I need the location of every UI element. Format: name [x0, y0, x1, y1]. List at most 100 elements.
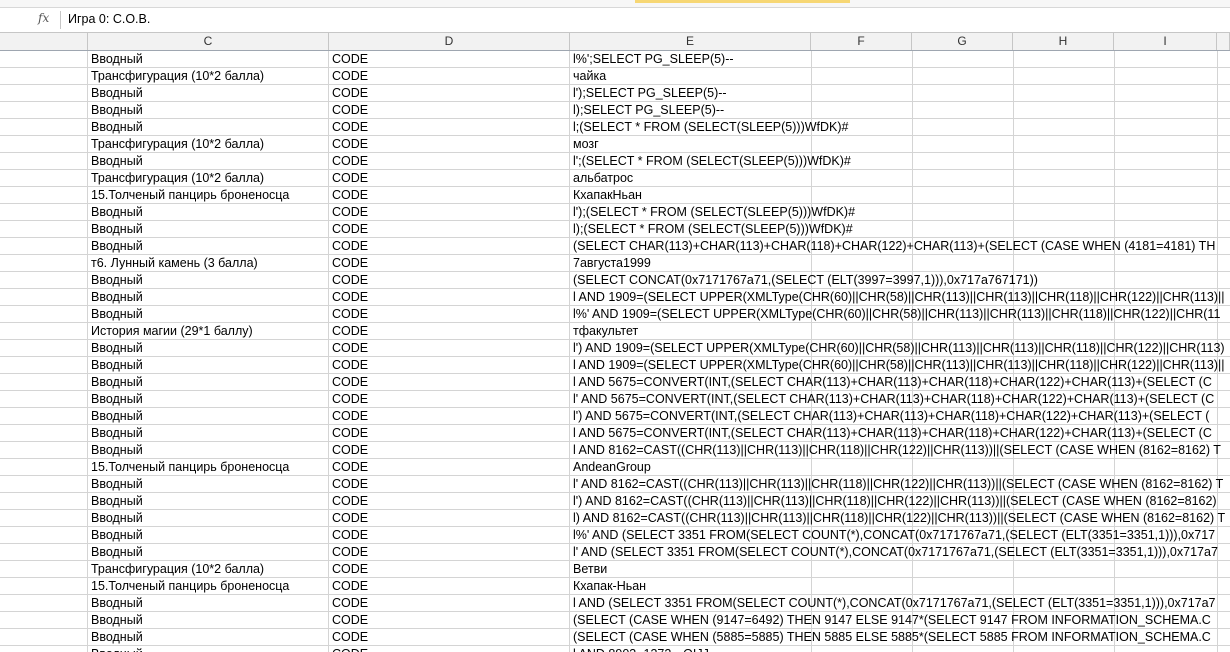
cell-c[interactable]: Вводный: [88, 544, 329, 561]
column-header-d[interactable]: D: [329, 33, 570, 50]
cell-c[interactable]: Вводный: [88, 306, 329, 323]
cell-d[interactable]: CODE: [329, 323, 570, 340]
row-cell-b[interactable]: [0, 102, 88, 119]
column-header-i[interactable]: I: [1114, 33, 1217, 50]
cell-c[interactable]: Трансфигурация (10*2 балла): [88, 561, 329, 578]
cell-c[interactable]: Вводный: [88, 289, 329, 306]
cell-e[interactable]: мозг: [570, 136, 1230, 153]
cell-e[interactable]: l';(SELECT * FROM (SELECT(SLEEP(5)))WfDK…: [570, 153, 1230, 170]
cell-e[interactable]: тфакультет: [570, 323, 1230, 340]
cell-d[interactable]: CODE: [329, 289, 570, 306]
cell-d[interactable]: CODE: [329, 595, 570, 612]
cell-e[interactable]: (SELECT CONCAT(0x7171767a71,(SELECT (ELT…: [570, 272, 1230, 289]
cell-e[interactable]: 7августа1999: [570, 255, 1230, 272]
row-cell-b[interactable]: [0, 323, 88, 340]
cell-d[interactable]: CODE: [329, 306, 570, 323]
row-cell-b[interactable]: [0, 595, 88, 612]
cell-c[interactable]: Вводный: [88, 119, 329, 136]
row-cell-b[interactable]: [0, 238, 88, 255]
cell-e[interactable]: l%' AND (SELECT 3351 FROM(SELECT COUNT(*…: [570, 527, 1230, 544]
column-header-c[interactable]: C: [88, 33, 329, 50]
cell-d[interactable]: CODE: [329, 187, 570, 204]
row-cell-b[interactable]: [0, 272, 88, 289]
cell-c[interactable]: Вводный: [88, 425, 329, 442]
cell-e[interactable]: l);(SELECT * FROM (SELECT(SLEEP(5)))WfDK…: [570, 221, 1230, 238]
cell-c[interactable]: Вводный: [88, 391, 329, 408]
cell-e[interactable]: l');SELECT PG_SLEEP(5)--: [570, 85, 1230, 102]
row-cell-b[interactable]: [0, 153, 88, 170]
row-cell-b[interactable]: [0, 442, 88, 459]
cell-c[interactable]: Вводный: [88, 646, 329, 652]
cell-d[interactable]: CODE: [329, 459, 570, 476]
cell-d[interactable]: CODE: [329, 255, 570, 272]
row-cell-b[interactable]: [0, 306, 88, 323]
row-cell-b[interactable]: [0, 119, 88, 136]
row-cell-b[interactable]: [0, 340, 88, 357]
cell-d[interactable]: CODE: [329, 170, 570, 187]
row-cell-b[interactable]: [0, 646, 88, 652]
cell-c[interactable]: Вводный: [88, 357, 329, 374]
row-cell-b[interactable]: [0, 255, 88, 272]
cell-c[interactable]: Трансфигурация (10*2 балла): [88, 170, 329, 187]
cell-e[interactable]: (SELECT (CASE WHEN (9147=6492) THEN 9147…: [570, 612, 1230, 629]
cell-d[interactable]: CODE: [329, 340, 570, 357]
cell-e[interactable]: l AND 8162=CAST((CHR(113)||CHR(113)||CHR…: [570, 442, 1230, 459]
cell-d[interactable]: CODE: [329, 629, 570, 646]
cell-e[interactable]: l' AND (SELECT 3351 FROM(SELECT COUNT(*)…: [570, 544, 1230, 561]
cell-d[interactable]: CODE: [329, 221, 570, 238]
cell-e[interactable]: l' AND 5675=CONVERT(INT,(SELECT CHAR(113…: [570, 391, 1230, 408]
row-cell-b[interactable]: [0, 408, 88, 425]
cell-d[interactable]: CODE: [329, 204, 570, 221]
cell-e[interactable]: l AND 5675=CONVERT(INT,(SELECT CHAR(113)…: [570, 425, 1230, 442]
cell-e[interactable]: l') AND 1909=(SELECT UPPER(XMLType(CHR(6…: [570, 340, 1230, 357]
row-cell-b[interactable]: [0, 612, 88, 629]
cell-e[interactable]: Кхапак-Ньан: [570, 578, 1230, 595]
column-header-partial[interactable]: [1217, 33, 1230, 50]
cell-d[interactable]: CODE: [329, 51, 570, 68]
cell-e[interactable]: Ветви: [570, 561, 1230, 578]
row-cell-b[interactable]: [0, 357, 88, 374]
cell-d[interactable]: CODE: [329, 561, 570, 578]
cell-e[interactable]: AndeanGroup: [570, 459, 1230, 476]
cell-c[interactable]: Вводный: [88, 476, 329, 493]
cell-d[interactable]: CODE: [329, 527, 570, 544]
cell-d[interactable]: CODE: [329, 102, 570, 119]
cell-e[interactable]: l') AND 5675=CONVERT(INT,(SELECT CHAR(11…: [570, 408, 1230, 425]
cell-e[interactable]: l AND (SELECT 3351 FROM(SELECT COUNT(*),…: [570, 595, 1230, 612]
cell-c[interactable]: Вводный: [88, 612, 329, 629]
row-cell-b[interactable]: [0, 493, 88, 510]
cell-c[interactable]: Вводный: [88, 442, 329, 459]
cell-c[interactable]: т6. Лунный камень (3 балла): [88, 255, 329, 272]
row-cell-b[interactable]: [0, 51, 88, 68]
cell-c[interactable]: Вводный: [88, 493, 329, 510]
cell-e[interactable]: l);SELECT PG_SLEEP(5)--: [570, 102, 1230, 119]
cell-e[interactable]: l;(SELECT * FROM (SELECT(SLEEP(5)))WfDK)…: [570, 119, 1230, 136]
cell-d[interactable]: CODE: [329, 442, 570, 459]
row-cell-b[interactable]: [0, 476, 88, 493]
formula-input[interactable]: Игра 0: С.О.В.: [68, 12, 150, 26]
cell-e[interactable]: l%' AND 1909=(SELECT UPPER(XMLType(CHR(6…: [570, 306, 1230, 323]
row-cell-b[interactable]: [0, 425, 88, 442]
cell-d[interactable]: CODE: [329, 85, 570, 102]
cell-e[interactable]: l AND 5675=CONVERT(INT,(SELECT CHAR(113)…: [570, 374, 1230, 391]
row-cell-b[interactable]: [0, 510, 88, 527]
cell-c[interactable]: Вводный: [88, 527, 329, 544]
cell-d[interactable]: CODE: [329, 119, 570, 136]
fx-icon[interactable]: fx: [38, 11, 56, 27]
cell-e[interactable]: альбатрос: [570, 170, 1230, 187]
cell-c[interactable]: История магии (29*1 баллу): [88, 323, 329, 340]
row-cell-b[interactable]: [0, 221, 88, 238]
cell-d[interactable]: CODE: [329, 374, 570, 391]
row-cell-b[interactable]: [0, 68, 88, 85]
cell-d[interactable]: CODE: [329, 578, 570, 595]
cell-c[interactable]: Вводный: [88, 204, 329, 221]
row-cell-b[interactable]: [0, 459, 88, 476]
cell-c[interactable]: Трансфигурация (10*2 балла): [88, 68, 329, 85]
row-cell-b[interactable]: [0, 85, 88, 102]
cell-e[interactable]: l%';SELECT PG_SLEEP(5)--: [570, 51, 1230, 68]
row-cell-b[interactable]: [0, 527, 88, 544]
row-cell-b[interactable]: [0, 578, 88, 595]
cell-c[interactable]: Вводный: [88, 340, 329, 357]
cell-c[interactable]: Вводный: [88, 51, 329, 68]
cell-c[interactable]: 15.Толченый панцирь броненосца: [88, 578, 329, 595]
